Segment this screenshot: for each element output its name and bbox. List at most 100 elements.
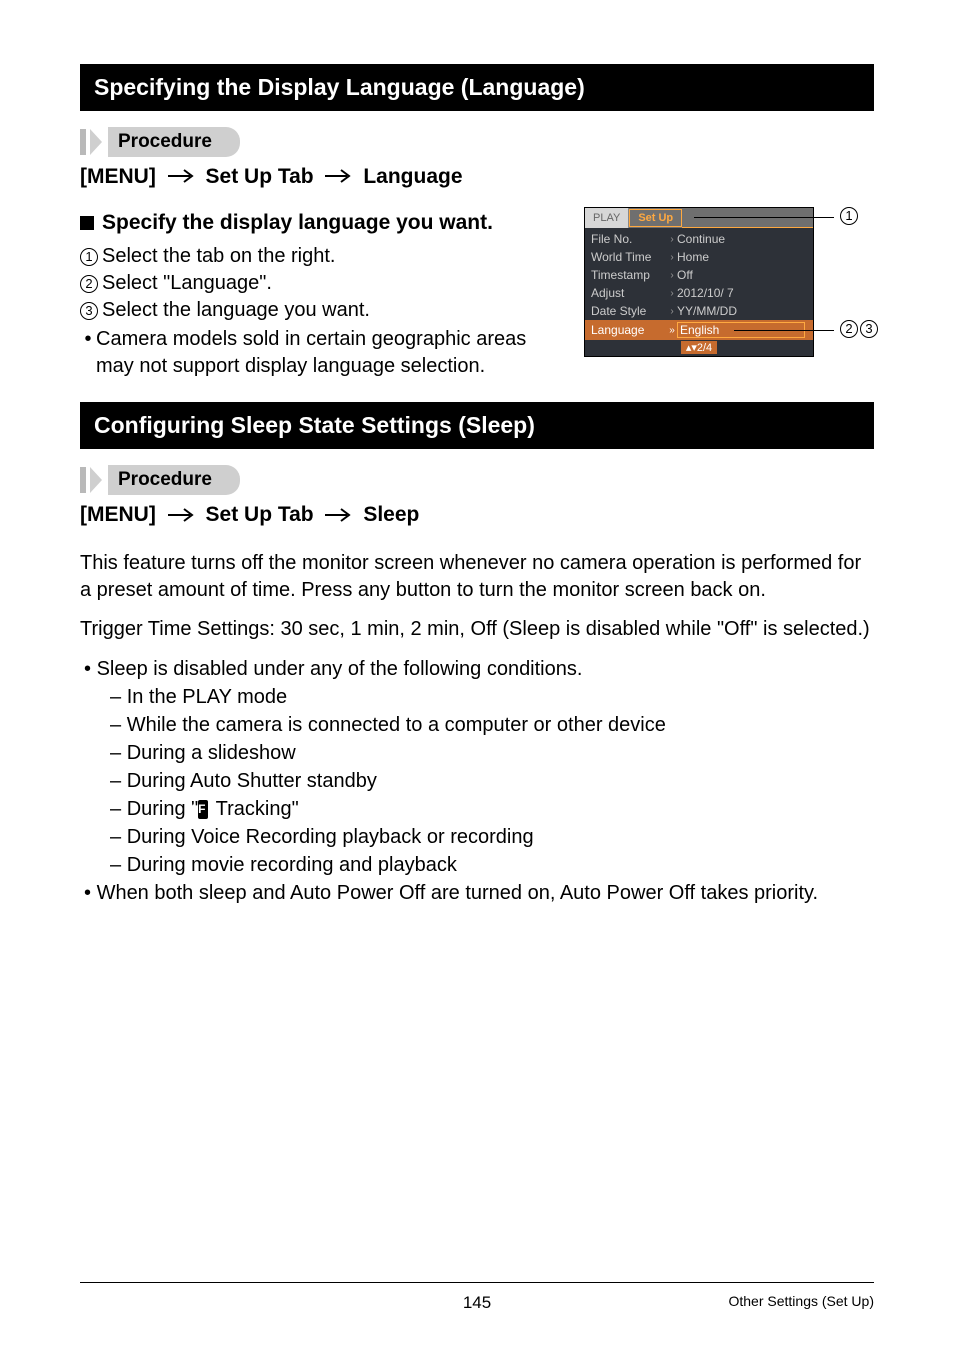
step-text: Select the language you want.	[102, 297, 370, 324]
left-column: Specify the display language you want. 1…	[80, 211, 562, 380]
list-text: In the PLAY mode	[127, 686, 287, 708]
list-text: While the camera is connected to a compu…	[127, 714, 666, 736]
step-text: Select "Language".	[102, 270, 272, 297]
procedure-label: Procedure	[108, 127, 240, 157]
menu-value: 2012/10/ 7	[677, 286, 807, 300]
list-text: During movie recording and playback	[127, 854, 457, 876]
page: Specifying the Display Language (Languag…	[0, 0, 954, 1357]
section-heading-sleep: Configuring Sleep State Settings (Sleep)	[80, 402, 874, 449]
list-text: During Auto Shutter standby	[127, 770, 377, 792]
list-text: During Voice Recording playback or recor…	[127, 826, 534, 848]
numbered-steps: 1Select the tab on the right. 2Select "L…	[80, 243, 562, 324]
list-text: When both sleep and Auto Power Off are t…	[97, 882, 819, 904]
page-footer: 145 Other Settings (Set Up)	[80, 1282, 874, 1313]
note-text: may not support display language selecti…	[96, 355, 485, 377]
list-item: – During movie recording and playback	[80, 851, 874, 879]
step-number-1-icon: 1	[80, 248, 98, 266]
note-list: • Camera models sold in certain geograph…	[80, 326, 562, 380]
chevron-right-icon: ›	[667, 234, 677, 245]
chevron-right-icon: ›	[667, 252, 677, 263]
menu-row-timestamp: Timestamp›Off	[585, 266, 813, 284]
square-bullet-icon	[80, 216, 94, 230]
page-indicator: ▴▾2/4	[681, 341, 717, 354]
tab-setup: Set Up	[629, 209, 682, 227]
body-paragraph: This feature turns off the monitor scree…	[80, 550, 874, 604]
callout-line	[734, 330, 834, 331]
menu-label: Language	[591, 323, 667, 337]
chevron-right-icon: ›	[667, 270, 677, 281]
menu-label: Adjust	[591, 286, 667, 300]
menu-path-sleep: [MENU] Set Up Tab Sleep	[80, 503, 874, 527]
camera-footer: ▴▾2/4	[585, 340, 813, 356]
camera-menu-body: File No.›Continue World Time›Home Timest…	[585, 228, 813, 356]
chevron-right-icon	[90, 467, 102, 493]
chevron-right-icon	[90, 129, 102, 155]
section-heading-language: Specifying the Display Language (Languag…	[80, 64, 874, 111]
procedure-accent	[80, 129, 86, 155]
step-number-2-icon: 2	[80, 275, 98, 293]
menu-value: Home	[677, 250, 807, 264]
nav-step: [MENU]	[80, 165, 156, 188]
tab-play: PLAY	[585, 208, 629, 228]
menu-label: Date Style	[591, 304, 667, 318]
step-number-3-icon: 3	[80, 302, 98, 320]
chevron-right-icon: »	[667, 325, 677, 336]
arrow-right-icon	[325, 165, 351, 189]
nav-step: Sleep	[363, 503, 419, 526]
menu-row-date-style: Date Style›YY/MM/DD	[585, 302, 813, 320]
list-item: • Sleep is disabled under any of the fol…	[82, 655, 874, 683]
camera-screenshot: PLAY Set Up File No.›Continue World Time…	[584, 207, 874, 357]
af-tracking-icon: •AF	[198, 800, 208, 819]
menu-path-language: [MENU] Set Up Tab Language	[80, 165, 874, 189]
body-paragraph: Trigger Time Settings: 30 sec, 1 min, 2 …	[80, 616, 874, 643]
menu-row-file-no: File No.›Continue	[585, 230, 813, 248]
footer-section-title: Other Settings (Set Up)	[728, 1293, 874, 1309]
callout-3: 3	[860, 320, 878, 339]
chevron-right-icon: ›	[667, 288, 677, 299]
procedure-label: Procedure	[108, 465, 240, 495]
menu-row-world-time: World Time›Home	[585, 248, 813, 266]
callout-1: 1	[840, 207, 858, 226]
list-text: Sleep is disabled under any of the follo…	[97, 658, 583, 680]
list-item: – During "•AF Tracking"	[80, 795, 874, 823]
callout-number-icon: 3	[860, 320, 878, 338]
tab-underline	[682, 227, 813, 228]
menu-label: File No.	[591, 232, 667, 246]
callout-line	[694, 217, 834, 218]
list-text: During a slideshow	[127, 742, 296, 764]
list-item: – During Auto Shutter standby	[80, 767, 874, 795]
menu-value: Continue	[677, 232, 807, 246]
nav-step: Language	[363, 165, 462, 188]
menu-label: Timestamp	[591, 268, 667, 282]
bullet-icon: •	[80, 326, 96, 380]
menu-row-adjust: Adjust›2012/10/ 7	[585, 284, 813, 302]
nav-step: Set Up Tab	[206, 503, 314, 526]
arrow-right-icon	[168, 504, 194, 528]
nav-step: Set Up Tab	[206, 165, 314, 188]
procedure-accent	[80, 467, 86, 493]
procedure-row: Procedure	[80, 465, 874, 495]
arrow-right-icon	[168, 165, 194, 189]
callout-number-icon: 1	[840, 207, 858, 225]
subheading: Specify the display language you want.	[80, 211, 562, 235]
nav-step: [MENU]	[80, 503, 156, 526]
list-item: – In the PLAY mode	[80, 683, 874, 711]
arrow-right-icon	[325, 504, 351, 528]
list-item: – While the camera is connected to a com…	[80, 711, 874, 739]
camera-tabs: PLAY Set Up	[585, 208, 813, 228]
list-item: – During a slideshow	[80, 739, 874, 767]
menu-value: Off	[677, 268, 807, 282]
procedure-row: Procedure	[80, 127, 874, 157]
list-item: – During Voice Recording playback or rec…	[80, 823, 874, 851]
callout-number-icon: 2	[840, 320, 858, 338]
step-text: Select the tab on the right.	[102, 243, 336, 270]
subheading-text: Specify the display language you want.	[102, 211, 493, 235]
note-text: Camera models sold in certain geographic…	[96, 328, 526, 350]
two-column-block: Specify the display language you want. 1…	[80, 211, 874, 380]
callout-2: 2	[840, 320, 858, 339]
conditions-list: • Sleep is disabled under any of the fol…	[80, 655, 874, 907]
menu-value: YY/MM/DD	[677, 304, 807, 318]
list-item: • When both sleep and Auto Power Off are…	[82, 879, 874, 907]
list-text: Tracking"	[210, 798, 298, 820]
menu-label: World Time	[591, 250, 667, 264]
